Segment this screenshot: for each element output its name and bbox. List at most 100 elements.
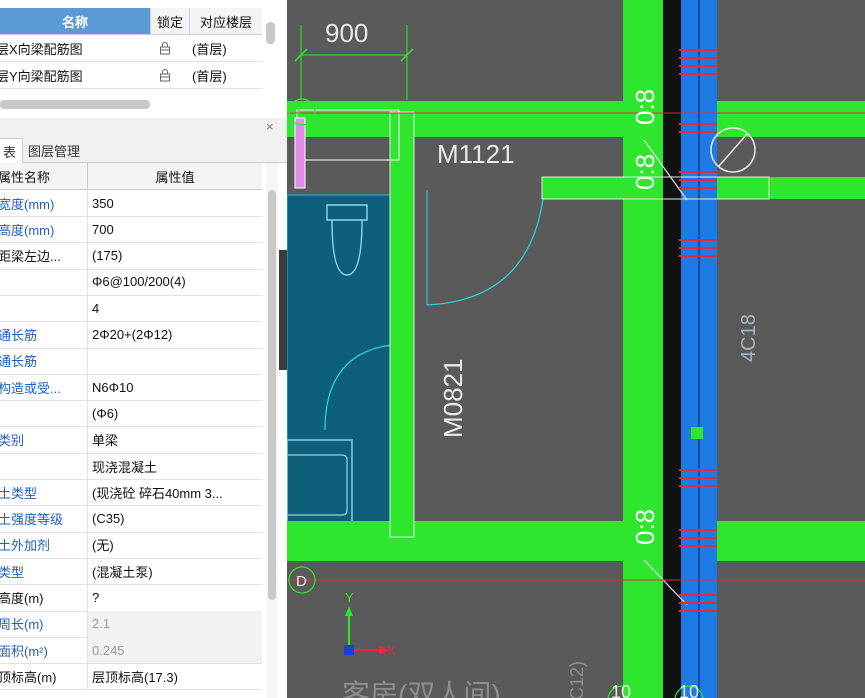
property-key [0, 295, 88, 322]
property-key-text: 土外加剂 [0, 538, 51, 554]
property-row[interactable]: 面积(m²) 0.245 [0, 637, 262, 665]
drawing-svg: 900 M1121 M0821 0:8 0:8 0:8 4C18 E D 10 … [287, 0, 865, 698]
property-value[interactable]: Φ6@100/200(4) [88, 269, 262, 295]
property-value[interactable]: 现浇混凝土 [88, 453, 262, 479]
pink-column [294, 117, 306, 189]
property-value[interactable]: (混凝土泵) [88, 558, 262, 584]
header-name[interactable]: 名称 [0, 8, 150, 34]
ucs-y-label: Y [345, 590, 354, 605]
property-value[interactable]: 4 [88, 295, 262, 321]
property-row[interactable]: 高度(mm) 700 [0, 216, 262, 244]
property-key: 土外加剂 [0, 531, 88, 558]
property-row[interactable]: 土类型 (现浇砼 碎石40mm 3... [0, 479, 262, 507]
panel-separator [0, 118, 287, 136]
property-row[interactable]: Φ6@100/200(4) [0, 268, 262, 296]
property-key-text: 高度(m) [0, 591, 44, 606]
layer-list-hscroll[interactable] [0, 100, 150, 109]
axis-label-d: D [296, 573, 307, 590]
header-floor[interactable]: 对应楼层 [189, 8, 262, 34]
cad-canvas[interactable]: 900 M1121 M0821 0:8 0:8 0:8 4C18 E D 10 … [287, 0, 865, 698]
header-key: 属性名称 [0, 169, 51, 185]
lock-icon[interactable] [146, 35, 184, 61]
property-key-text: 类别 [0, 433, 25, 449]
property-value[interactable]: (175) [88, 243, 262, 269]
property-value[interactable]: (Φ6) [88, 400, 262, 426]
rebar-label-3: 0:8 [630, 509, 660, 545]
property-row[interactable]: 土强度等级 (C35) [0, 505, 262, 533]
layer-name: 层Y向梁配筋图 [0, 68, 83, 84]
axis-label-10b: 10 [679, 682, 699, 698]
property-key: 类型 [0, 558, 88, 585]
header-lock[interactable]: 锁定 [150, 8, 189, 34]
property-row[interactable]: (Φ6) [0, 400, 262, 428]
beam-vertical-left [390, 112, 414, 537]
rebar-label-1: 0:8 [630, 89, 660, 125]
property-value[interactable]: 层顶标高(17.3) [88, 663, 262, 689]
room-label: 客房(双人间) [342, 679, 501, 698]
property-key: 距梁左边... [0, 242, 88, 269]
layer-row[interactable]: 层X向梁配筋图 (首层) [0, 35, 262, 62]
lock-icon[interactable] [146, 62, 184, 88]
layer-row[interactable]: 层Y向梁配筋图 (首层) [0, 62, 262, 89]
dimension-text: 900 [325, 18, 368, 48]
property-key-text: 土强度等级 [0, 512, 64, 528]
property-value[interactable]: N6Φ10 [88, 374, 262, 400]
property-key-text: 面积(m²) [0, 643, 48, 659]
door-label-m0821: M0821 [438, 359, 468, 439]
left-panel: 名称 锁定 对应楼层 层X向梁配筋图 (首层) 层Y向梁配筋图 (首层) × 表… [0, 0, 287, 698]
property-row[interactable]: 4 [0, 295, 262, 323]
property-value[interactable]: 2Φ20+(2Φ12) [88, 322, 262, 348]
beam-bottom [287, 521, 865, 561]
property-value[interactable] [88, 348, 262, 374]
property-row[interactable]: 距梁左边... (175) [0, 242, 262, 270]
splitter-handle[interactable] [279, 250, 287, 370]
property-row[interactable]: 现浇混凝土 [0, 453, 262, 480]
property-key: 构造或受... [0, 374, 88, 401]
layer-floor: (首层) [192, 41, 227, 57]
property-key: 宽度(mm) [0, 190, 88, 216]
door-arc-m1121 [426, 179, 546, 306]
panel-tabs: 表 图层管理 [0, 136, 287, 163]
property-key-text: 宽度(mm) [0, 196, 55, 212]
property-key [0, 268, 88, 295]
property-row[interactable]: 类型 (混凝土泵) [0, 558, 262, 586]
property-value[interactable]: (现浇砼 碎石40mm 3... [88, 479, 262, 505]
property-scrollbar[interactable] [268, 190, 276, 600]
tab-properties[interactable]: 表 [0, 138, 24, 163]
door-label-m1121: M1121 [437, 139, 515, 169]
ucs-x-label: X [387, 643, 396, 658]
property-row[interactable]: 宽度(mm) 350 [0, 190, 262, 217]
rebar-label-2: 0:8 [630, 154, 660, 190]
property-key [0, 400, 88, 427]
beam-dark-core [663, 0, 681, 698]
property-row[interactable]: 周长(m) 2.1 [0, 610, 262, 638]
property-row[interactable]: 高度(m)? [0, 584, 262, 612]
property-value[interactable]: 700 [88, 216, 262, 242]
property-key: 周长(m) [0, 610, 88, 637]
property-key-text: 构造或受... [0, 380, 61, 396]
property-key-text: 距梁左边... [0, 249, 61, 265]
axis-label-e: E [297, 104, 306, 120]
property-row[interactable]: 顶标高(m) 层顶标高(17.3) [0, 663, 262, 691]
property-key: 高度(m) [0, 584, 88, 611]
partial-label: C12) [567, 661, 587, 698]
property-key: 通长筋 [0, 321, 88, 348]
property-value[interactable]: (无) [88, 532, 262, 558]
tab-layer-manager[interactable]: 图层管理 [22, 138, 86, 162]
property-key-text: 周长(m) [0, 617, 44, 633]
property-row[interactable]: 通长筋 [0, 347, 262, 375]
property-row[interactable]: 类别 单梁 [0, 426, 262, 454]
property-value[interactable]: (C35) [88, 506, 262, 532]
property-row[interactable]: 通长筋 2Φ20+(2Φ12) [0, 321, 262, 349]
close-icon[interactable]: × [266, 119, 274, 134]
property-key-text: 通长筋 [0, 354, 38, 370]
property-value[interactable]: 单梁 [88, 427, 262, 453]
property-row[interactable]: 土外加剂 (无) [0, 531, 262, 559]
layer-list-vscroll[interactable] [266, 22, 275, 44]
property-key-text: 土类型 [0, 485, 38, 501]
property-key: 面积(m²) [0, 637, 88, 664]
property-value[interactable]: ? [88, 585, 262, 611]
property-row[interactable]: 构造或受... N6Φ10 [0, 374, 262, 402]
property-key: 高度(mm) [0, 216, 88, 243]
property-value[interactable]: 350 [88, 190, 262, 216]
